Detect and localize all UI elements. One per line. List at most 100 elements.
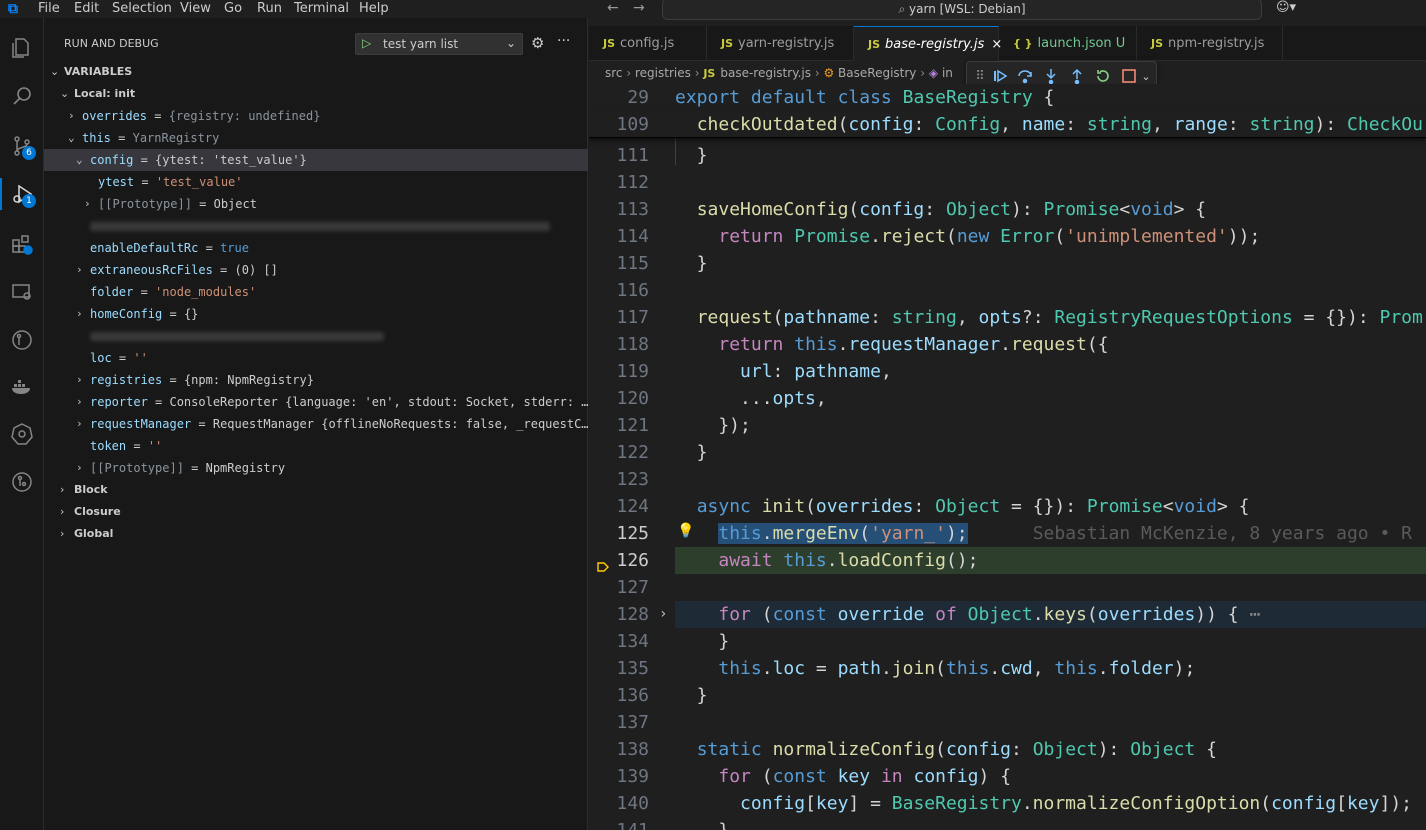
variable-row[interactable]: › extraneousRcFiles = (0) [] [44, 259, 588, 281]
code-line[interactable]: 139 for (const key in config) { [589, 763, 1426, 790]
code-line-sticky[interactable]: 29 export default class BaseRegistry { [589, 84, 1426, 111]
variable-row[interactable]: loc = '' [44, 347, 588, 369]
code-line-folded[interactable]: 128 › for (const override of Object.keys(… [589, 601, 1426, 628]
code-line-current[interactable]: 125 💡 this.mergeEnv('yarn_'); Sebastian M… [589, 520, 1426, 547]
step-into-icon[interactable] [1041, 66, 1061, 86]
line-number: 137 [616, 712, 649, 733]
code-line[interactable]: 120 ...opts, [589, 385, 1426, 412]
back-arrow-icon[interactable]: ← [607, 0, 619, 16]
code-line[interactable]: 137 [589, 709, 1426, 736]
line-number: 135 [616, 658, 649, 679]
remote-explorer-icon[interactable] [6, 276, 38, 308]
menu-run[interactable]: Run [257, 1, 282, 16]
menu-view[interactable]: View [180, 1, 211, 16]
scope-closure[interactable]: › Closure [44, 501, 588, 523]
restart-icon[interactable] [1093, 66, 1113, 86]
code-line[interactable]: 140 config[key] = BaseRegistry.normalize… [589, 790, 1426, 817]
code-line[interactable]: 122 } [589, 439, 1426, 466]
kubernetes-icon[interactable] [6, 418, 38, 450]
breadcrumb-item[interactable]: src [605, 66, 623, 80]
code-line-sticky[interactable]: 109 checkOutdated(config: Config, name: … [589, 111, 1426, 138]
code-line[interactable]: 111 } [589, 142, 1426, 169]
extensions-icon[interactable] [6, 228, 38, 260]
variable-row[interactable]: › registries = {npm: NpmRegistry} [44, 369, 588, 391]
start-debug-icon[interactable]: ▷ [362, 36, 371, 50]
variable-row[interactable]: › [[Prototype]] = Object [44, 193, 588, 215]
code-line[interactable]: 136 } [589, 682, 1426, 709]
git-graph-icon[interactable] [6, 466, 38, 498]
code-line[interactable]: 124 async init(overrides: Object = {}): … [589, 493, 1426, 520]
fold-ellipsis-icon[interactable]: ⋯ [1249, 604, 1260, 625]
menu-go[interactable]: Go [224, 1, 242, 16]
drag-handle-icon[interactable]: ⠿ [970, 66, 990, 86]
breadcrumb-item[interactable]: base-registry.js [720, 66, 811, 80]
tab-yarn-registry[interactable]: JS yarn-registry.js [707, 26, 854, 61]
chevron-right-icon: › [76, 395, 83, 408]
chevron-right-icon[interactable]: › [659, 601, 667, 628]
code-line[interactable]: 135 this.loc = path.join(this.cwd, this.… [589, 655, 1426, 682]
breadcrumb-item[interactable]: in [942, 66, 953, 80]
tab-launch-json[interactable]: { } launch.json U [999, 26, 1137, 61]
line-number: 29 [627, 87, 649, 108]
code-line[interactable]: 118 return this.requestManager.request({ [589, 331, 1426, 358]
menu-terminal[interactable]: Terminal [294, 1, 349, 16]
menu-help[interactable]: Help [359, 1, 389, 16]
source-control-icon[interactable]: 6 [6, 130, 38, 162]
code-line[interactable]: 119 url: pathname, [589, 358, 1426, 385]
scope-local[interactable]: ⌄ Local: init [44, 83, 588, 105]
search-icon[interactable] [6, 80, 38, 112]
more-actions-icon[interactable]: ··· [557, 33, 570, 49]
tab-npm-registry[interactable]: JS npm-registry.js [1137, 26, 1283, 61]
code-editor[interactable]: 29 export default class BaseRegistry { 10… [589, 84, 1426, 830]
menu-edit[interactable]: Edit [74, 1, 99, 16]
variable-row-selected[interactable]: ⌄ config = {ytest: 'test_value'} [44, 149, 588, 171]
scope-global[interactable]: › Global [44, 523, 588, 545]
variable-name: homeConfig [90, 307, 163, 321]
docker-icon[interactable] [6, 370, 38, 402]
breadcrumb-item[interactable]: registries [635, 66, 691, 80]
variable-row[interactable]: token = '' [44, 435, 588, 457]
code-line[interactable]: 114 return Promise.reject(new Error('uni… [589, 223, 1426, 250]
code-line[interactable]: 141 } [589, 817, 1426, 830]
scope-block[interactable]: › Block [44, 479, 588, 501]
tab-config-js[interactable]: JS config.js [589, 26, 707, 61]
code-line[interactable]: 112 [589, 169, 1426, 196]
code-line[interactable]: 127 [589, 574, 1426, 601]
breadcrumb-item[interactable]: BaseRegistry [838, 66, 916, 80]
variables-section-header[interactable]: ⌄ VARIABLES [44, 61, 588, 83]
code-line[interactable]: 121 }); [589, 412, 1426, 439]
code-line[interactable]: 115 } [589, 250, 1426, 277]
step-over-icon[interactable] [1015, 66, 1035, 86]
variable-row[interactable]: › [[Prototype]] = NpmRegistry [44, 457, 588, 479]
menu-selection[interactable]: Selection [112, 1, 172, 16]
variable-row[interactable]: ⌄ this = YarnRegistry [44, 127, 588, 149]
variable-row[interactable]: › reporter = ConsoleReporter {language: … [44, 391, 588, 413]
launch-config-dropdown[interactable]: ▷ test yarn list ⌄ [355, 33, 523, 55]
code-line[interactable]: 138 static normalizeConfig(config: Objec… [589, 736, 1426, 763]
variable-row[interactable]: folder = 'node_modules' [44, 281, 588, 303]
chevron-down-icon[interactable]: ⌄ [1136, 66, 1156, 86]
run-debug-icon[interactable]: 1 [0, 178, 44, 210]
forward-arrow-icon[interactable]: → [633, 0, 645, 16]
code-line[interactable]: 134 } [589, 628, 1426, 655]
continue-icon[interactable] [990, 66, 1010, 86]
code-line-paused[interactable]: 126 await this.loadConfig(); [589, 547, 1426, 574]
explorer-icon[interactable] [6, 32, 38, 64]
gear-icon[interactable]: ⚙ [531, 34, 544, 52]
code-line[interactable]: 113 saveHomeConfig(config: Object): Prom… [589, 196, 1426, 223]
variable-row[interactable]: › requestManager = RequestManager {offli… [44, 413, 588, 435]
variable-row[interactable]: › overrides = {registry: undefined} [44, 105, 588, 127]
copilot-icon[interactable]: ☺▾ [1276, 0, 1296, 15]
git-lens-icon[interactable] [6, 324, 38, 356]
tab-base-registry[interactable]: JS base-registry.js × [854, 26, 1002, 61]
variable-row[interactable]: ytest = 'test_value' [44, 171, 588, 193]
variable-value: '' [147, 439, 163, 453]
code-line[interactable]: 117 request(pathname: string, opts?: Reg… [589, 304, 1426, 331]
code-line[interactable]: 116 [589, 277, 1426, 304]
variable-row[interactable]: › homeConfig = {} [44, 303, 588, 325]
menu-file[interactable]: File [38, 1, 60, 16]
variable-row[interactable]: enableDefaultRc = true [44, 237, 588, 259]
code-line[interactable]: 123 [589, 466, 1426, 493]
command-center-search[interactable]: ⌕ yarn [WSL: Debian] [662, 0, 1262, 20]
step-out-icon[interactable] [1067, 66, 1087, 86]
